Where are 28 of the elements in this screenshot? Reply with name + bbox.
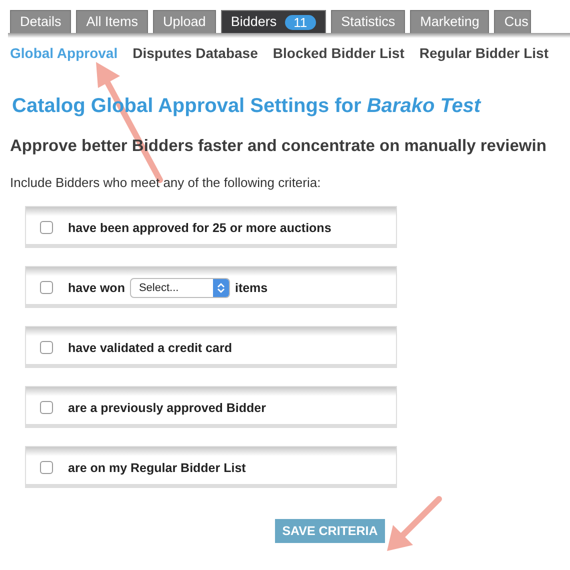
tab[interactable]: Upload <box>153 10 216 33</box>
criterion-label: have validated a credit card <box>68 340 232 354</box>
tab[interactable]: Statistics <box>331 10 406 33</box>
page-title: Catalog Global Approval Settings for Barako Test <box>12 95 482 118</box>
tab[interactable]: Bidders 11 <box>220 10 326 33</box>
subtitle: Approve better Bidders faster and concentrate on manually reviewin <box>10 137 548 156</box>
checkbox[interactable] <box>40 401 53 414</box>
subnav-link[interactable]: Regular Bidder List <box>419 45 548 61</box>
select-dropdown[interactable]: Select... <box>130 278 230 298</box>
intro-text: Include Bidders who meet any of the following criteria: <box>10 175 322 190</box>
criterion-label: have been approved for 25 or more auctions <box>68 220 332 234</box>
tab[interactable]: Marketing <box>410 10 490 33</box>
checkbox[interactable] <box>40 461 53 474</box>
save-button[interactable]: SAVE CRITERIA <box>275 519 385 543</box>
checkbox[interactable] <box>40 341 53 354</box>
criterion-label: have won <box>68 280 125 294</box>
criterion-label: are on my Regular Bidder List <box>68 460 246 474</box>
tab[interactable]: All Items <box>76 10 148 33</box>
subnav-link[interactable]: Global Approval <box>10 45 118 61</box>
criterion-label: are a previously approved Bidder <box>68 400 266 414</box>
criterion-label: items <box>234 280 268 294</box>
subnav-link[interactable]: Disputes Database <box>132 45 258 61</box>
checkbox[interactable] <box>40 221 53 234</box>
subnav-link[interactable]: Blocked Bidder List <box>272 45 404 61</box>
checkbox[interactable] <box>40 281 53 294</box>
stepper-icon <box>212 278 229 296</box>
tab[interactable]: Cus <box>494 10 532 33</box>
tab[interactable]: Details <box>10 10 72 33</box>
